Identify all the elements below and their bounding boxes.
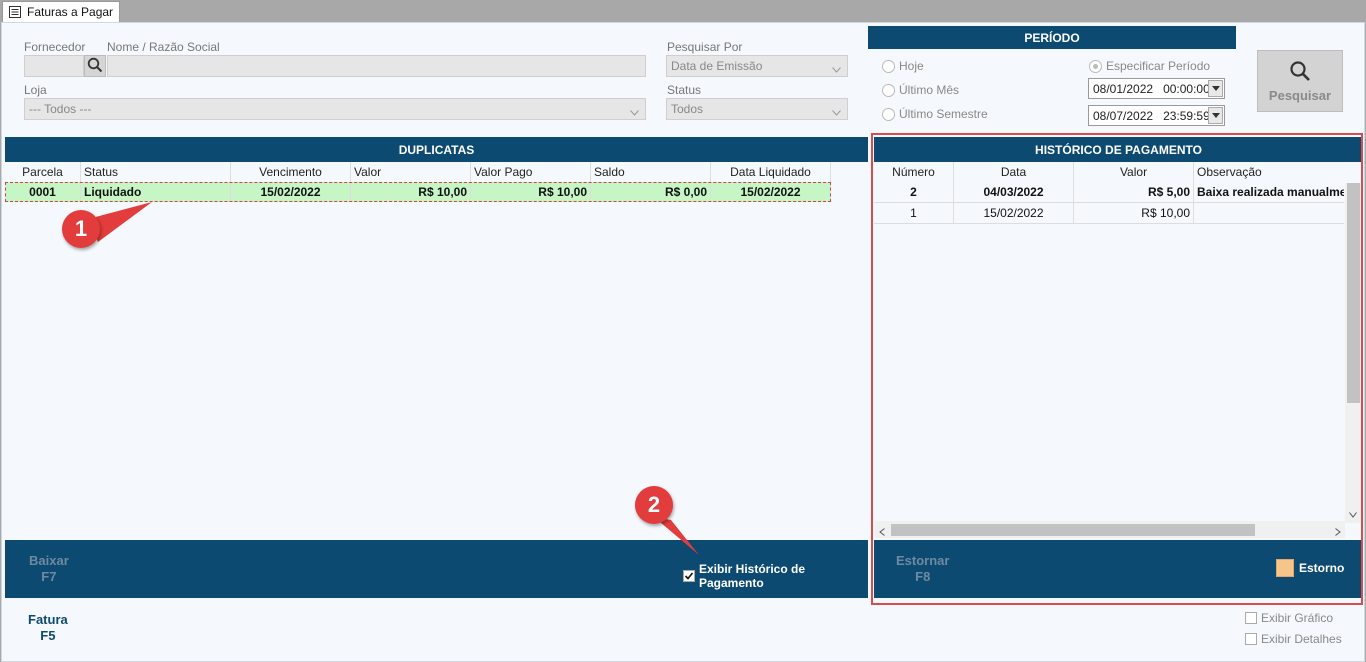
annotation-badge-2: 2 [635,486,673,524]
estornar-button[interactable]: Estornar F8 [896,553,949,585]
radio-hoje-label: Hoje [899,59,924,73]
radio-especificar-label: Especificar Período [1106,59,1211,73]
estorno-legend-label: Estorno [1299,561,1345,575]
historico-header: HISTÓRICO DE PAGAMENTO [874,137,1363,162]
col-observacao[interactable]: Observação [1194,162,1344,182]
tab-bar: Faturas a Pagar [0,0,1366,22]
historico-grid: Número Data Valor Observação 2 04/03/202… [874,162,1344,224]
cell-valor: R$ 5,00 [1074,182,1194,202]
cell-observacao [1194,203,1344,223]
date-to-value: 08/07/2022 [1093,108,1154,123]
radio-especificar-periodo[interactable]: Especificar Período [1089,59,1210,73]
scrollbar-thumb[interactable] [891,524,1255,536]
horizontal-scrollbar[interactable] [875,521,1345,538]
checkbox-icon [1245,633,1257,645]
periodo-header: PERÍODO [868,26,1236,49]
exibir-grafico-label: Exibir Gráfico [1261,611,1334,625]
tab-title: Faturas a Pagar [27,5,114,19]
main-panel: Fornecedor Nome / Razão Social Loja --- … [1,22,1365,662]
exibir-grafico-checkbox[interactable]: Exibir Gráfico [1245,611,1333,625]
cell-data: 15/02/2022 [954,203,1074,223]
radio-ultimo-mes-label: Último Mês [899,83,960,97]
cell-data: 04/03/2022 [954,182,1074,202]
col-data[interactable]: Data [954,162,1074,182]
historico-header-row: Número Data Valor Observação [874,162,1344,182]
cell-valor: R$ 10,00 [1074,203,1194,223]
exibir-detalhes-checkbox[interactable]: Exibir Detalhes [1245,632,1342,646]
dropdown-arrow-icon[interactable] [1208,107,1223,124]
estornar-shortcut: F8 [915,569,931,584]
time-from-value: 00:00:00 [1163,81,1210,96]
table-row[interactable]: 2 04/03/2022 R$ 5,00 Baixa realizada man… [874,182,1344,203]
annotation-arrows [88,202,699,555]
historico-action-bar: Estornar F8 Estorno [874,540,1363,598]
table-row[interactable]: 1 15/02/2022 R$ 10,00 [874,203,1344,224]
tab-faturas-a-pagar[interactable]: Faturas a Pagar [2,1,121,22]
cell-observacao: Baixa realizada manualmen [1197,185,1344,199]
scrollbar-thumb[interactable] [1347,183,1360,403]
search-icon [1289,60,1311,85]
date-from-value: 08/01/2022 [1093,81,1154,96]
checkbox-icon [1245,612,1257,624]
date-from-input[interactable]: 08/01/2022 00:00:00 [1088,78,1225,99]
radio-ultimo-semestre-label: Último Semestre [899,107,988,121]
col-valor[interactable]: Valor [1074,162,1194,182]
pesquisar-label: Pesquisar [1268,87,1332,103]
list-icon [9,6,21,18]
chevron-right-icon[interactable] [1335,525,1341,539]
time-to-value: 23:59:59 [1163,108,1210,123]
chevron-down-icon[interactable] [1349,507,1357,521]
exibir-detalhes-label: Exibir Detalhes [1261,632,1342,646]
radio-dot-selected [1089,59,1102,73]
date-to-input[interactable]: 08/07/2022 23:59:59 [1088,105,1225,126]
estornar-label: Estornar [896,553,950,568]
fatura-shortcut: F5 [40,628,56,643]
pesquisar-button[interactable]: Pesquisar [1257,50,1343,112]
dropdown-arrow-icon[interactable] [1208,80,1223,97]
estorno-legend-swatch [1276,559,1294,577]
annotation-badge-1: 1 [62,210,100,248]
vertical-scrollbar[interactable] [1345,183,1362,523]
